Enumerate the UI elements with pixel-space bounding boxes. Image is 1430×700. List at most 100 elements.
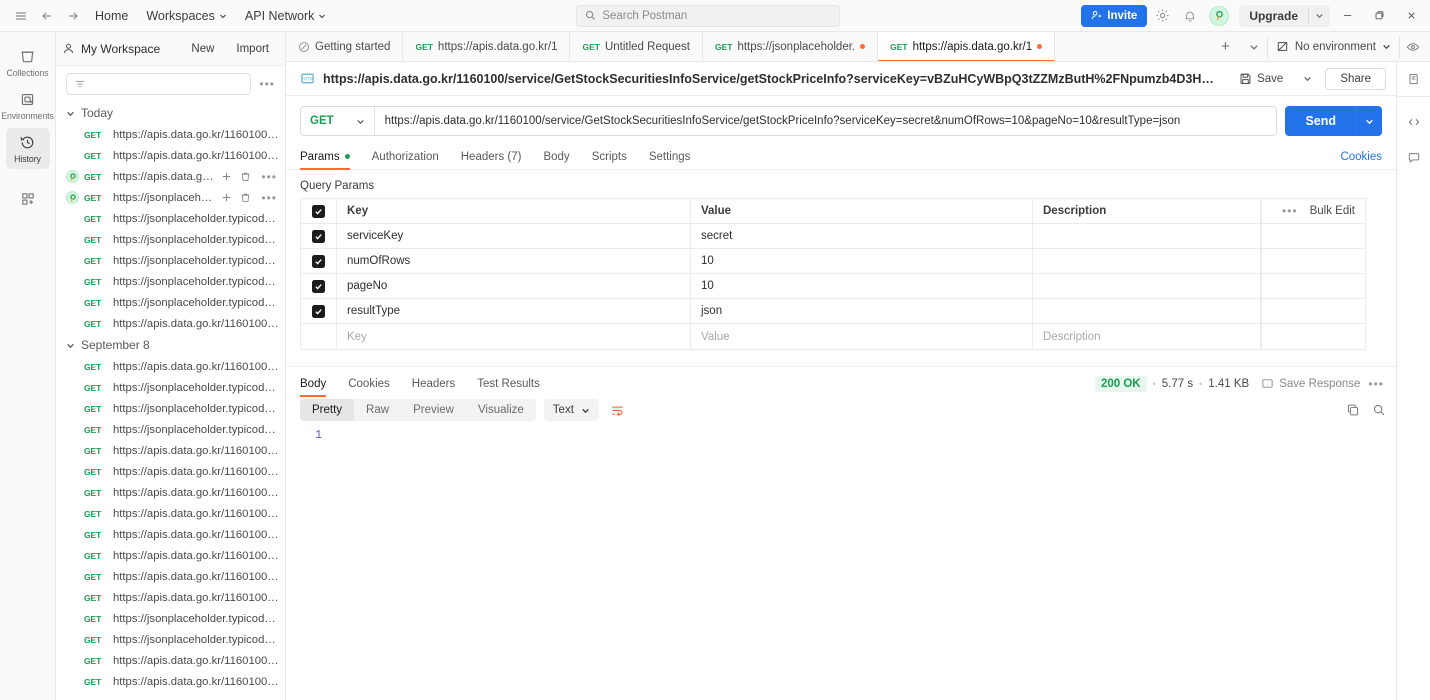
minimize-button[interactable] [1332,2,1362,30]
row-checkbox[interactable] [301,249,337,273]
more-horizontal-icon[interactable]: ••• [257,77,277,91]
search-input[interactable]: Search Postman [576,4,841,27]
user-avatar[interactable] [1209,5,1230,26]
cookies-link[interactable]: Cookies [1340,151,1382,163]
history-item[interactable]: GET https://apis.data.go.kr/1160100/ser..… [56,482,285,503]
response-tab-cookies[interactable]: Cookies [337,374,401,393]
history-item[interactable]: GET https://apis.data.go.kr/1160100/ser..… [56,461,285,482]
request-tab[interactable]: GET Untitled Request [570,32,703,61]
request-tab-settings[interactable]: Settings [638,144,702,169]
history-item[interactable]: GET https://jsonplaceholder.typicode.co..… [56,377,285,398]
sidebar-item-environments[interactable]: Environments [1,85,54,126]
history-item[interactable]: GET https://apis.data.go.kr/1160100/ser..… [56,671,285,692]
request-tab[interactable]: Getting started [286,32,404,61]
new-tab-button[interactable]: + [1210,32,1241,61]
history-item[interactable]: GET https://apis.data.go.kr/1160100/ser..… [56,650,285,671]
delete-icon[interactable] [240,171,251,182]
environment-selector[interactable]: No environment [1266,35,1400,58]
gear-icon[interactable] [1149,3,1175,29]
view-mode-visualize[interactable]: Visualize [466,399,536,421]
forward-arrow-icon[interactable] [60,3,86,29]
request-tab[interactable]: GET https://apis.data.go.kr/1 [403,32,571,61]
maximize-button[interactable] [1364,2,1394,30]
url-input[interactable]: https://apis.data.go.kr/1160100/service/… [375,107,1277,135]
param-description-cell[interactable] [1033,249,1261,273]
history-list[interactable]: Today GET https://apis.data.go.kr/1160100… [56,102,285,700]
param-key-input[interactable]: Key [337,324,691,349]
http-method-select[interactable]: GET [301,107,375,135]
history-item[interactable]: GET https://jsonplaceholder.typicode.co..… [56,398,285,419]
history-group-september-8[interactable]: September 8 [56,334,285,356]
save-options-caret[interactable] [1298,70,1317,87]
param-description-cell[interactable] [1033,299,1261,323]
history-item[interactable]: GET https://jsonplaceholder.typicode.co..… [56,229,285,250]
row-checkbox-empty[interactable] [301,324,337,349]
row-checkbox[interactable] [301,299,337,323]
back-arrow-icon[interactable] [34,3,60,29]
api-network-menu[interactable]: API Network [236,5,335,27]
history-item[interactable]: GET https://jsonplaceholder.typicode.co..… [56,208,285,229]
request-tab[interactable]: GET https://apis.data.go.kr/1 [878,32,1056,61]
sidebar-item-history[interactable]: History [5,128,50,169]
home-link[interactable]: Home [86,5,137,27]
history-group-today[interactable]: Today [56,102,285,124]
history-item[interactable]: GET https://jsonplaceholder.typicode.co..… [56,629,285,650]
view-mode-preview[interactable]: Preview [401,399,466,421]
history-item[interactable]: GET https://apis.data.go.kr/1160100/ser..… [56,356,285,377]
param-description-cell[interactable] [1033,224,1261,248]
add-module-button[interactable] [6,185,50,212]
param-value-cell[interactable]: json [691,299,1033,323]
chevron-down-icon[interactable] [1309,11,1330,20]
history-item[interactable]: GET https://apis.data.go.kr/... ••• [56,166,285,187]
request-tab-body[interactable]: Body [532,144,580,169]
more-horizontal-icon[interactable]: ••• [1366,377,1386,391]
upgrade-button[interactable]: Upgrade [1239,4,1330,27]
bulk-edit-button[interactable]: ••• Bulk Edit [1261,199,1365,223]
param-value-cell[interactable]: 10 [691,274,1033,298]
history-item[interactable]: GET https://jsonplaceholder... ••• [56,187,285,208]
request-tab[interactable]: GET https://jsonplaceholder. [702,32,879,61]
request-tab-params[interactable]: Params [300,144,361,170]
more-horizontal-icon[interactable]: ••• [259,170,279,184]
history-item[interactable]: GET https://apis.data.go.kr/1160100/ser..… [56,440,285,461]
save-button[interactable]: Save [1232,68,1290,89]
param-value-input[interactable]: Value [691,324,1033,349]
row-checkbox[interactable] [301,224,337,248]
chevron-down-icon[interactable] [1241,34,1267,60]
param-description-cell[interactable] [1033,274,1261,298]
filter-input[interactable] [66,73,252,95]
request-tab-scripts[interactable]: Scripts [581,144,638,169]
invite-button[interactable]: Invite [1081,4,1148,27]
request-tab-authorization[interactable]: Authorization [361,144,450,169]
search-icon[interactable] [1372,403,1386,417]
add-to-collection-icon[interactable] [221,192,232,203]
history-item[interactable]: GET https://apis.data.go.kr/1160100/ser..… [56,545,285,566]
sidebar-item-collections[interactable]: Collections [6,42,50,83]
send-button[interactable]: Send [1285,106,1356,136]
send-options-caret[interactable] [1356,106,1382,136]
copy-icon[interactable] [1346,403,1360,417]
close-button[interactable] [1396,2,1426,30]
wrap-lines-icon[interactable] [607,399,629,421]
param-value-cell[interactable]: 10 [691,249,1033,273]
history-item[interactable]: GET https://jsonplaceholder.typicode.co..… [56,419,285,440]
documentation-icon[interactable] [1403,68,1425,90]
history-item[interactable]: GET https://jsonplaceholder.typicode.co..… [56,292,285,313]
param-description-input[interactable]: Description [1033,324,1261,349]
response-format-select[interactable]: Text [543,399,599,421]
history-item[interactable]: GET https://apis.data.go.kr/1160100/ser..… [56,124,285,145]
response-tab-test-results[interactable]: Test Results [466,374,551,393]
history-item[interactable]: GET https://apis.data.go.kr/1160100/ser..… [56,313,285,334]
history-item[interactable]: GET https://jsonplaceholder.typicode.co..… [56,250,285,271]
response-body[interactable]: 1 [286,421,1396,700]
view-mode-pretty[interactable]: Pretty [300,399,355,421]
hamburger-icon[interactable] [8,3,34,29]
add-to-collection-icon[interactable] [221,171,232,182]
import-button[interactable]: Import [228,40,277,58]
param-key-cell[interactable]: numOfRows [337,249,691,273]
history-item[interactable]: GET https://apis.data.go.kr/1160100/ser..… [56,566,285,587]
view-mode-raw[interactable]: Raw [354,399,401,421]
share-button[interactable]: Share [1325,67,1386,90]
response-tab-headers[interactable]: Headers [401,374,466,393]
workspaces-menu[interactable]: Workspaces [137,5,236,27]
